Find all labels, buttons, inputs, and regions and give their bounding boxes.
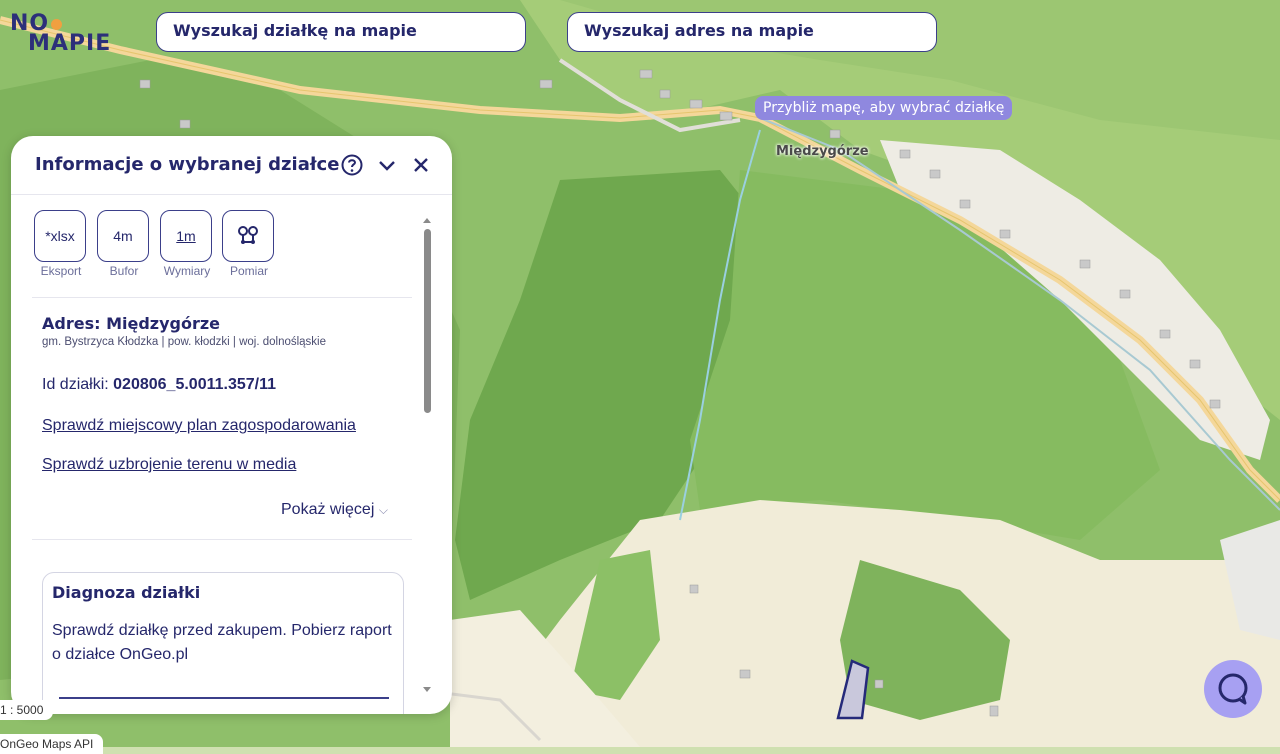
zoning-plan-link[interactable]: Sprawdź miejscowy plan zagospodarowania (42, 417, 356, 435)
chat-button[interactable] (1204, 660, 1262, 718)
diagnosis-button-edge[interactable] (59, 697, 389, 699)
parcel-search-input[interactable]: Wyszukaj działkę na mapie (156, 12, 526, 52)
divider (32, 539, 412, 540)
parcel-info-panel: Informacje o wybranej działce *xlsx Eksp… (11, 136, 452, 714)
dimensions-tool[interactable]: 1m Wymiary (160, 210, 214, 278)
logo-pin-icon (51, 19, 63, 30)
diagnosis-text: Sprawdź działkę przed zakupem. Pobierz r… (52, 622, 392, 663)
diagnosis-card: Diagnoza działki Sprawdź działkę przed z… (42, 572, 404, 714)
chat-bubble-icon (1218, 673, 1248, 705)
utilities-link[interactable]: Sprawdź uzbrojenie terenu w media (42, 456, 296, 474)
logo[interactable]: NO MAPIE (10, 13, 112, 56)
dimensions-button[interactable]: 1m (160, 210, 212, 262)
logo-line2: MAPIE (28, 31, 112, 56)
buffer-label: Bufor (109, 264, 139, 278)
map-credit[interactable]: OnGeo Maps API (0, 734, 104, 754)
measure-pins-icon (238, 226, 258, 244)
measure-button[interactable] (222, 210, 274, 262)
divider (32, 297, 412, 298)
close-icon[interactable] (408, 152, 434, 178)
zoom-hint-tooltip: Przybliż mapę, aby wybrać działkę (755, 96, 1013, 120)
export-label: Eksport (40, 264, 82, 278)
scrollbar-thumb[interactable] (424, 229, 431, 413)
measure-label: Pomiar (229, 264, 268, 278)
show-more-label: Pokaż więcej (281, 501, 375, 518)
address-search-input[interactable]: Wyszukaj adres na mapie (567, 12, 937, 52)
dimensions-label: Wymiary (163, 264, 211, 278)
export-tool[interactable]: *xlsx Eksport (34, 210, 88, 278)
parcel-id-value: 020806_5.0011.357/11 (113, 376, 276, 393)
diagnosis-title: Diagnoza działki (52, 583, 201, 602)
buffer-button[interactable]: 4m (97, 210, 149, 262)
collapse-chevron-icon[interactable] (374, 152, 400, 178)
map-scale: 1 : 5000 (0, 700, 54, 720)
help-icon[interactable] (339, 152, 365, 178)
chevron-down-icon: ⌵ (378, 503, 388, 517)
panel-title: Informacje o wybranej działce (35, 154, 340, 175)
address-subtitle: gm. Bystrzyca Kłodzka | pow. kłodzki | w… (42, 336, 327, 348)
export-button[interactable]: *xlsx (34, 210, 86, 262)
parcel-id: Id działki: 020806_5.0011.357/11 (42, 376, 276, 394)
town-label: Międzygórze (776, 144, 869, 159)
parcel-id-label: Id działki: (42, 376, 109, 393)
address-title: Adres: Międzygórze (42, 314, 221, 333)
dimensions-value: 1m (176, 228, 196, 244)
measure-tool[interactable]: Pomiar (222, 210, 276, 278)
buffer-tool[interactable]: 4m Bufor (97, 210, 151, 278)
show-more-button[interactable]: Pokaż więcej ⌵ (281, 501, 388, 519)
panel-header: Informacje o wybranej działce (11, 136, 452, 195)
